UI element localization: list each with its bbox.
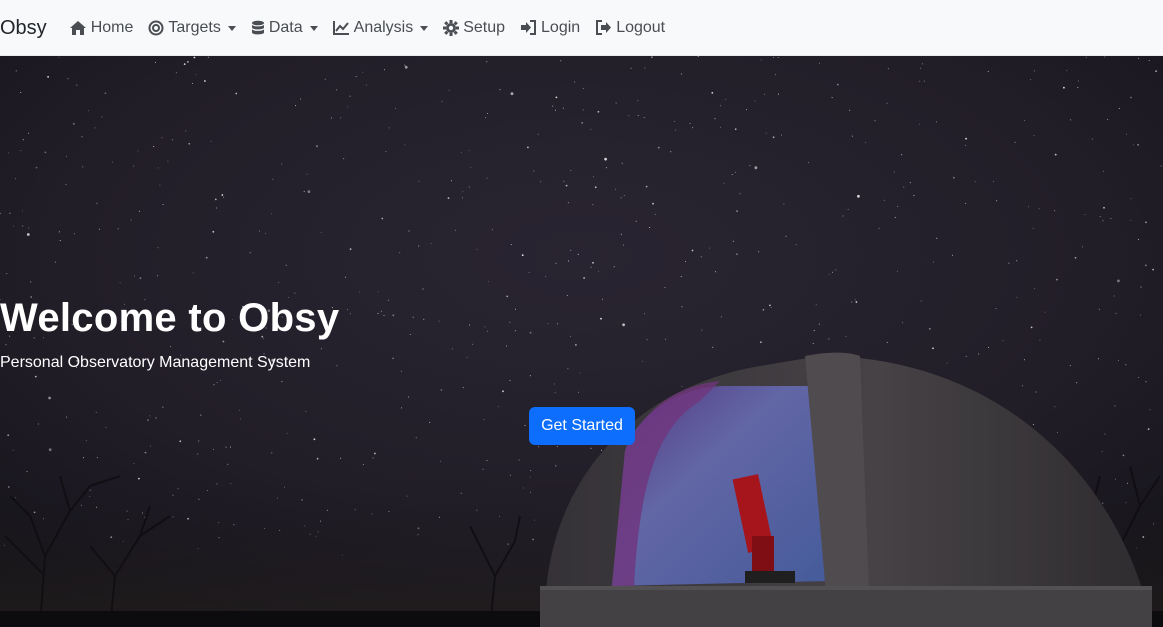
nav-home-label: Home [90,18,134,36]
hero-subtitle: Personal Observatory Management System [0,354,311,371]
chevron-down-icon [309,25,318,31]
chevron-down-icon [227,25,236,31]
hero-section: Welcome to Obsy Personal Observatory Man… [0,56,1163,627]
nav-setup[interactable]: Setup [443,19,505,37]
hero-overlay [0,56,1163,627]
nav-logout-label: Logout [616,18,666,36]
nav-logout[interactable]: Logout [595,19,665,37]
nav-targets[interactable]: Targets [148,18,236,37]
home-icon [69,20,86,35]
nav-analysis-label: Analysis [353,18,414,36]
nav-analysis[interactable]: Analysis [332,18,429,37]
sign-out-icon [596,20,612,35]
nav-login-label: Login [541,18,581,36]
nav-setup-label: Setup [463,18,506,36]
database-icon [251,20,264,34]
navbar: Obsy Home Targets Data Analysis Setup Lo… [0,0,1163,56]
nav-data[interactable]: Data [251,19,318,37]
target-icon [148,20,164,35]
brand-logo[interactable]: Obsy [0,0,47,56]
sign-in-icon [521,20,537,35]
gear-icon [443,19,460,36]
nav-targets-label: Targets [168,18,221,36]
nav-home[interactable]: Home [69,18,134,37]
nav-login[interactable]: Login [520,19,580,37]
chart-line-icon [332,21,349,35]
hero-title: Welcome to Obsy [0,296,340,340]
nav-data-label: Data [268,18,303,36]
get-started-button[interactable]: Get Started [529,407,635,445]
chevron-down-icon [420,25,429,31]
